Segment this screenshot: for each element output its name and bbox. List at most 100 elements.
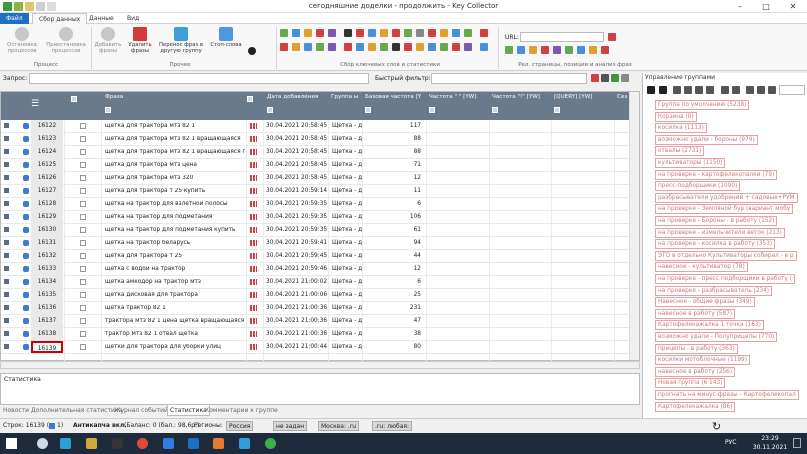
group-item[interactable]: на проверке - Земляной бур (вариант мобу bbox=[655, 204, 805, 215]
table-row[interactable]: 16138 трактор мтз 82 1 отвал щетка 30.04.2… bbox=[1, 328, 629, 341]
table-row[interactable]: 16126 щетка для трактора мтз 320 30.04.202… bbox=[1, 172, 629, 185]
group-item[interactable]: Группа по умолчанию (5238) bbox=[655, 100, 805, 110]
row-checkbox[interactable] bbox=[80, 188, 86, 194]
tool-icon[interactable] bbox=[356, 29, 364, 37]
chart-icon[interactable] bbox=[250, 292, 257, 298]
row-checkbox[interactable] bbox=[80, 175, 86, 181]
list-icon[interactable] bbox=[757, 86, 765, 94]
group-item[interactable]: навесное в работу (256) bbox=[655, 366, 805, 377]
antikapcha-status[interactable]: Антикапча вкл. bbox=[73, 422, 127, 429]
region-russia[interactable]: Россия bbox=[226, 421, 254, 431]
word-icon[interactable] bbox=[188, 438, 199, 449]
tool-icon[interactable] bbox=[608, 33, 616, 41]
group-item[interactable]: навесное - культиватор (78) bbox=[655, 262, 805, 273]
tool-icon[interactable] bbox=[404, 29, 412, 37]
group-item[interactable]: прицепы - в работу (363) bbox=[655, 343, 805, 354]
minimize-button[interactable]: – bbox=[727, 0, 753, 13]
group-item[interactable]: Картофелекажалка 1 точка (163) bbox=[655, 320, 805, 331]
tree-icon[interactable] bbox=[695, 86, 703, 94]
row-checkbox[interactable] bbox=[80, 292, 86, 298]
tool-icon[interactable] bbox=[304, 43, 312, 51]
table-row[interactable]: 16135 щетка дисковая для трактора 30.04.20… bbox=[1, 289, 629, 302]
pin-icon[interactable] bbox=[659, 86, 667, 94]
table-row[interactable]: 16128 щетка на трактор для взлетной полос… bbox=[1, 198, 629, 211]
row-expand-icon[interactable] bbox=[4, 214, 9, 219]
header-phrase[interactable]: Фраза bbox=[105, 94, 123, 100]
header-query[interactable]: [QUERY] [YW] bbox=[554, 94, 592, 100]
row-expand-icon[interactable] bbox=[4, 305, 9, 310]
app-icon[interactable] bbox=[112, 438, 123, 449]
region-moscow[interactable]: Москва: .ru bbox=[318, 421, 360, 431]
row-checkbox[interactable] bbox=[80, 279, 86, 285]
tool-icon[interactable] bbox=[328, 29, 336, 37]
row-expand-icon[interactable] bbox=[4, 279, 9, 284]
group-item[interactable]: на проверке - картофелекопалки (79) bbox=[655, 169, 805, 180]
select-all-checkbox[interactable] bbox=[71, 96, 77, 102]
clock-date[interactable]: 30.11.2021 bbox=[752, 444, 788, 451]
chart-icon[interactable] bbox=[250, 123, 257, 129]
column-filter-icon[interactable] bbox=[429, 107, 435, 113]
table-row[interactable]: 16127 щетка для трактора т 25 купить 30.04… bbox=[1, 185, 629, 198]
tool-icon[interactable] bbox=[428, 43, 436, 51]
language-indicator[interactable]: РУС bbox=[725, 439, 736, 446]
row-checkbox[interactable] bbox=[80, 240, 86, 246]
tool-icon[interactable] bbox=[344, 43, 352, 51]
row-checkbox[interactable] bbox=[80, 318, 86, 324]
tool-icon[interactable] bbox=[452, 29, 460, 37]
column-filter-icon[interactable] bbox=[105, 107, 111, 113]
tab-additional-stats[interactable]: Дополнительная статистика bbox=[31, 405, 122, 416]
group-item[interactable]: на проверке - косилка в работу (353) bbox=[655, 239, 805, 250]
url-input[interactable] bbox=[520, 32, 604, 42]
chart-icon[interactable] bbox=[250, 266, 257, 272]
group-item[interactable]: пресс-подборщики (1090) bbox=[655, 181, 805, 192]
chart-icon[interactable] bbox=[250, 331, 257, 337]
column-filter-icon[interactable] bbox=[492, 107, 498, 113]
group-search-input[interactable] bbox=[779, 85, 805, 95]
group-item[interactable]: Навесное - общие фразы (349) bbox=[655, 297, 805, 308]
row-checkbox[interactable] bbox=[80, 253, 86, 259]
stop-words-button[interactable]: Стоп-слова bbox=[207, 27, 245, 48]
row-checkbox[interactable] bbox=[80, 331, 86, 337]
table-row[interactable]: 16134 щетка амкодор на трактор мтз 30.04.2… bbox=[1, 276, 629, 289]
quick-filter-input[interactable] bbox=[431, 73, 587, 84]
tool-icon[interactable] bbox=[480, 43, 488, 51]
row-expand-icon[interactable] bbox=[4, 201, 9, 206]
close-button[interactable]: ✕ bbox=[780, 0, 806, 13]
row-checkbox[interactable] bbox=[80, 266, 86, 272]
tool-icon[interactable] bbox=[464, 43, 472, 51]
group-item[interactable]: прогнать на минус-фразы - Картофелекопал bbox=[655, 390, 805, 400]
menu-data[interactable]: Данные bbox=[83, 13, 120, 24]
tool-icon[interactable] bbox=[292, 29, 300, 37]
group-item[interactable]: ЭТО в отдельно Культиваторы собирал - в … bbox=[655, 250, 805, 261]
group-item[interactable]: навесное в работу (587) bbox=[655, 308, 805, 319]
tool-icon[interactable] bbox=[553, 46, 561, 54]
tool-icon[interactable] bbox=[480, 29, 488, 37]
search-icon[interactable] bbox=[37, 438, 48, 449]
row-expand-icon[interactable] bbox=[4, 123, 9, 128]
region-not-set[interactable]: не задан bbox=[273, 421, 308, 431]
table-row[interactable]: 16124 щетка для трактора мтз 82 1 вращающ… bbox=[1, 146, 629, 159]
menu-view[interactable]: Вид bbox=[121, 13, 145, 24]
row-expand-icon[interactable] bbox=[4, 253, 9, 258]
row-expand-icon[interactable] bbox=[4, 344, 9, 349]
tool-icon[interactable] bbox=[565, 46, 573, 54]
table-row[interactable]: 16132 щетка для трактора т 25 30.04.2021 2… bbox=[1, 250, 629, 263]
chart-icon[interactable] bbox=[250, 162, 257, 168]
chart-icon[interactable] bbox=[250, 175, 257, 181]
row-checkbox[interactable] bbox=[80, 227, 86, 233]
tab-news[interactable]: Новости bbox=[3, 405, 29, 416]
tree-icon[interactable] bbox=[673, 86, 681, 94]
tool-icon[interactable] bbox=[440, 43, 448, 51]
move-phrases-button[interactable]: Перенос фраз в другую группу bbox=[158, 27, 204, 54]
tool-icon[interactable] bbox=[541, 46, 549, 54]
table-row[interactable]: 16131 щетка на трактор беларусь 30.04.2021… bbox=[1, 237, 629, 250]
telegram-icon[interactable] bbox=[60, 438, 71, 449]
row-checkbox[interactable] bbox=[80, 344, 86, 350]
row-expand-icon[interactable] bbox=[4, 318, 9, 323]
group-item[interactable]: косилка (1113) bbox=[655, 123, 805, 134]
tool-icon[interactable] bbox=[356, 43, 364, 51]
group-item[interactable]: разбрасыватели удобрений + садовые+РУМ bbox=[655, 192, 805, 203]
header-freq-excl[interactable]: Частота "!" [YW] bbox=[492, 94, 540, 100]
tool-icon[interactable] bbox=[380, 29, 388, 37]
tree-icon[interactable] bbox=[684, 86, 692, 94]
